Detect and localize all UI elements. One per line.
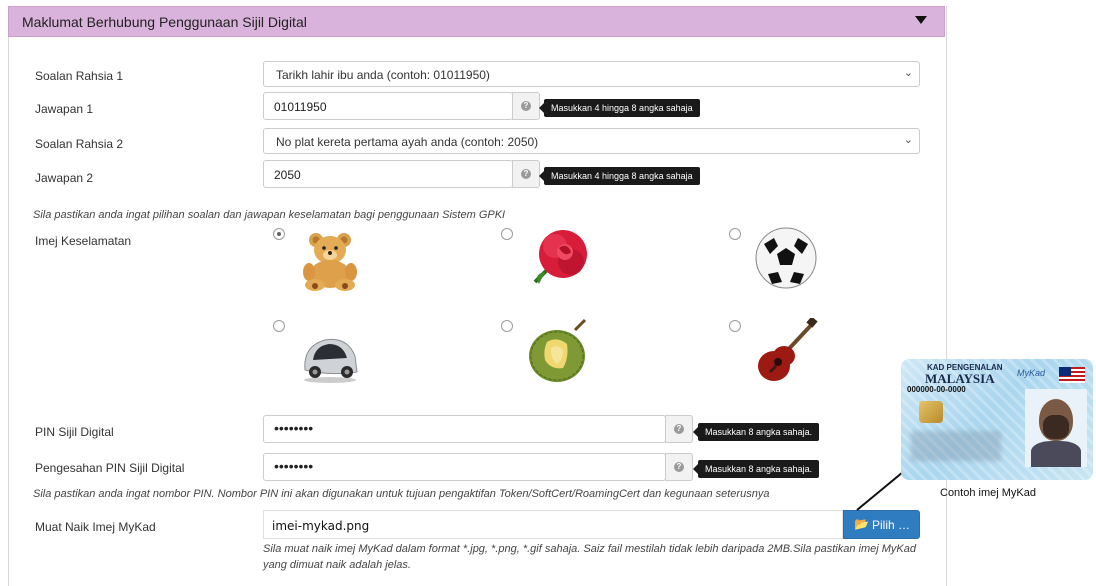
caret-down-icon[interactable] (915, 16, 927, 24)
pin-confirm-help[interactable]: ? (665, 453, 693, 481)
blurred-details (911, 431, 1001, 461)
rose-icon[interactable] (525, 224, 593, 297)
secret-question-1-select[interactable]: Tarikh lahir ibu anda (contoh: 01011950)… (263, 61, 920, 87)
answer-1-label: Jawapan 1 (35, 102, 94, 116)
choose-file-label: Pilih … (872, 518, 911, 532)
pin-help[interactable]: ? (665, 415, 693, 443)
chevron-down-icon: ⌄ (903, 67, 913, 79)
guitar-icon[interactable] (752, 316, 818, 391)
security-image-radio-2[interactable] (501, 228, 513, 240)
security-image-radio-6[interactable] (729, 320, 741, 332)
upload-note-line-1: Sila muat naik imej MyKad dalam format *… (263, 543, 916, 555)
question-mark-icon: ? (521, 169, 531, 179)
pin-confirm-tooltip: Masukkan 8 angka sahaja. (692, 460, 820, 478)
pin-note: Sila pastikan anda ingat nombor PIN. Nom… (33, 488, 770, 500)
question-mark-icon: ? (674, 424, 684, 434)
folder-open-icon: 📂 (854, 517, 869, 531)
mykad-sample-image: KAD PENGENALAN MALAYSIA 000000-00-0000 M… (901, 359, 1093, 480)
pin-label: PIN Sijil Digital (35, 425, 114, 439)
answer-2-value: 2050 (274, 168, 301, 182)
connector-line (856, 471, 904, 511)
secret-question-1-label: Soalan Rahsia 1 (35, 69, 124, 83)
upload-filename: imei-mykad.png (272, 519, 370, 533)
answer-2-help[interactable]: ? (512, 160, 540, 188)
answer-2-label: Jawapan 2 (35, 171, 94, 185)
pin-confirm-label: Pengesahan PIN Sijil Digital (35, 461, 185, 475)
secret-question-2-value: No plat kereta pertama ayah anda (contoh… (276, 135, 539, 149)
pin-confirm-value: •••••••• (274, 458, 314, 474)
answer-1-help[interactable]: ? (512, 92, 540, 120)
answer-2-input[interactable]: 2050 (263, 160, 513, 188)
secret-question-2-label: Soalan Rahsia 2 (35, 137, 124, 151)
panel-title: Maklumat Berhubung Penggunaan Sijil Digi… (22, 14, 307, 30)
security-note: Sila pastikan anda ingat pilihan soalan … (33, 209, 506, 221)
upload-label: Muat Naik Imej MyKad (35, 520, 156, 534)
answer-1-input[interactable]: 01011950 (263, 92, 513, 120)
mykad-brand: MyKad (1017, 368, 1046, 378)
soccer-ball-icon[interactable] (754, 226, 818, 295)
mykad-photo (1025, 389, 1087, 467)
question-mark-icon: ? (674, 462, 684, 472)
answer-1-value: 01011950 (274, 100, 327, 114)
mykad-number: 000000-00-0000 (907, 385, 966, 394)
malaysia-flag-icon (1059, 367, 1085, 383)
panel-header[interactable]: Maklumat Berhubung Penggunaan Sijil Digi… (8, 6, 945, 37)
secret-question-2-select[interactable]: No plat kereta pertama ayah anda (contoh… (263, 128, 920, 154)
answer-1-tooltip: Masukkan 4 hingga 8 angka sahaja (539, 99, 700, 117)
car-icon[interactable] (299, 326, 361, 389)
pin-confirm-input[interactable]: •••••••• (263, 453, 666, 481)
mykad-sample-caption: Contoh imej MyKad (940, 487, 1036, 499)
security-image-radio-3[interactable] (729, 228, 741, 240)
chevron-down-icon: ⌄ (903, 134, 913, 146)
secret-question-1-value: Tarikh lahir ibu anda (contoh: 01011950) (276, 68, 490, 82)
teddy-bear-icon[interactable] (296, 230, 364, 297)
chip-icon (919, 401, 943, 423)
durian-icon[interactable] (523, 318, 593, 393)
pin-input[interactable]: •••••••• (263, 415, 666, 443)
pin-tooltip: Masukkan 8 angka sahaja. (692, 423, 820, 441)
security-image-radio-1[interactable] (273, 228, 285, 240)
pin-value: •••••••• (274, 420, 314, 436)
question-mark-icon: ? (521, 101, 531, 111)
upload-note-line-2: yang dimuat naik adalah jelas. (263, 559, 411, 571)
security-image-radio-4[interactable] (273, 320, 285, 332)
choose-file-button[interactable]: 📂 Pilih … (843, 510, 920, 539)
upload-filename-field[interactable]: imei-mykad.png (263, 510, 843, 539)
security-image-label: Imej Keselamatan (35, 234, 132, 248)
answer-2-tooltip: Masukkan 4 hingga 8 angka sahaja (539, 167, 700, 185)
security-image-radio-5[interactable] (501, 320, 513, 332)
